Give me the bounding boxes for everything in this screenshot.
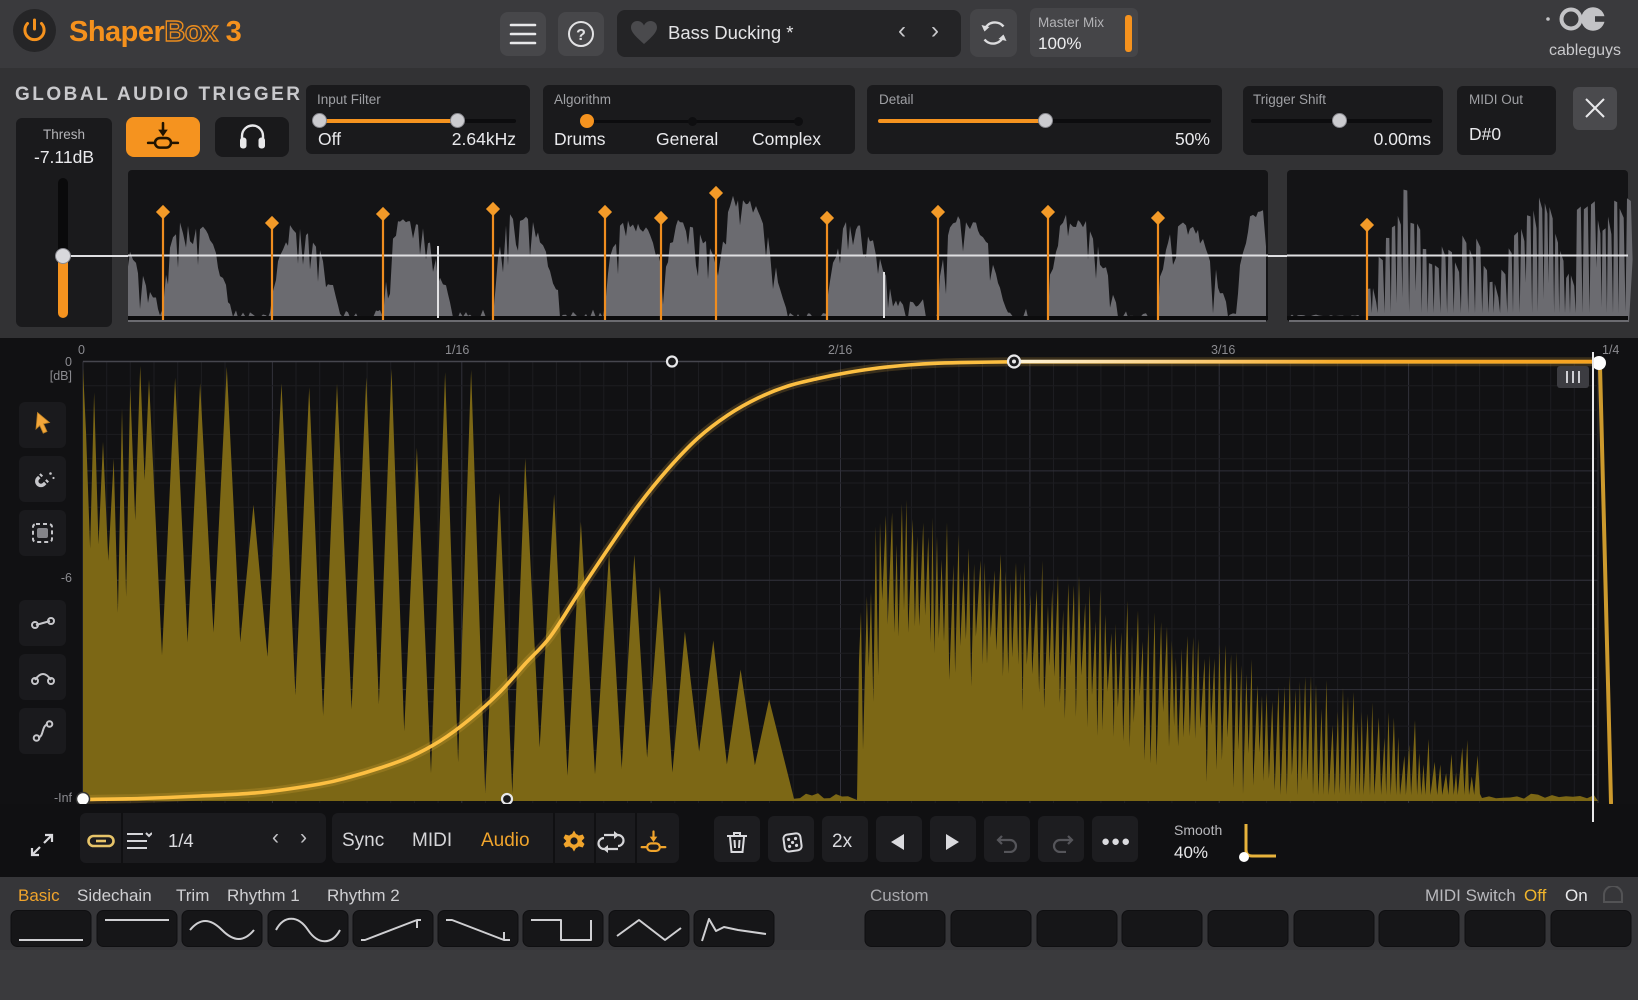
svg-text:cableguys: cableguys <box>1549 42 1621 58</box>
svg-text:?: ? <box>576 27 586 44</box>
